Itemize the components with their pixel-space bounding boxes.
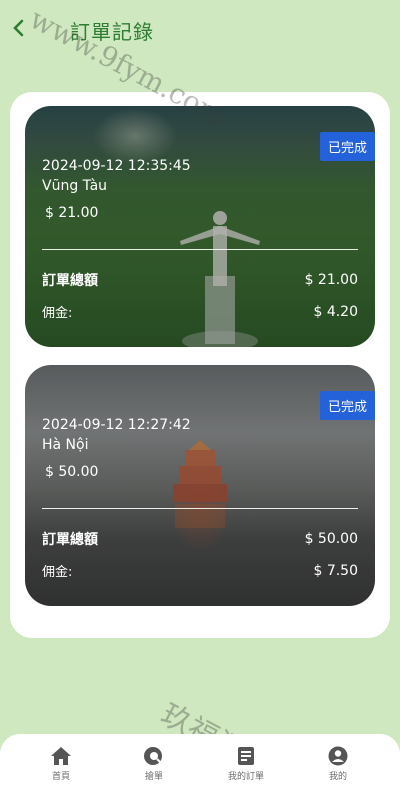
nav-my-orders[interactable]: 我的訂單 (216, 746, 276, 792)
nav-profile-label: 我的 (328, 772, 347, 782)
page-title: 訂單記錄 (70, 20, 154, 44)
order-datetime: 2024-09-12 12:35:45 (42, 158, 191, 174)
commission-value: $ 4.20 (313, 304, 358, 320)
order-total-value: $ 50.00 (304, 531, 358, 547)
card-divider (42, 508, 358, 509)
status-badge: 已完成 (319, 391, 375, 420)
order-total-label: 訂單總額 (42, 273, 98, 289)
back-button[interactable] (12, 18, 32, 42)
search-grab-icon (144, 747, 162, 765)
home-icon (51, 747, 71, 765)
card-divider (42, 249, 358, 250)
nav-profile[interactable]: 我的 (308, 746, 368, 792)
orders-panel: 已完成 2024-09-12 12:35:45 Vũng Tàu $ 21.00… (10, 92, 390, 638)
commission-value: $ 7.50 (313, 563, 358, 579)
chevron-left-icon (13, 19, 24, 37)
status-badge: 已完成 (319, 132, 375, 161)
order-total-value: $ 21.00 (304, 272, 358, 288)
nav-grab-label: 搶單 (144, 772, 163, 782)
nav-grab-order[interactable]: 搶單 (124, 746, 184, 792)
bottom-nav: 首頁 搶單 我的訂單 我的 (0, 734, 400, 800)
order-location: Vũng Tàu (42, 178, 108, 194)
nav-home-label: 首頁 (51, 772, 70, 782)
user-icon (328, 746, 348, 766)
commission-label: 佣金: (42, 306, 73, 321)
app-header: 訂單記錄 (0, 0, 400, 62)
order-card[interactable]: 已完成 2024-09-12 12:35:45 Vũng Tàu $ 21.00… (25, 106, 375, 347)
order-price: $ 50.00 (45, 464, 99, 480)
orders-icon (238, 747, 254, 765)
order-price: $ 21.00 (45, 205, 99, 221)
order-total-label: 訂單總額 (42, 532, 98, 548)
commission-label: 佣金: (42, 565, 73, 580)
order-card[interactable]: 已完成 2024-09-12 12:27:42 Hà Nội $ 50.00 訂… (25, 365, 375, 606)
order-location: Hà Nội (42, 437, 89, 453)
nav-home[interactable]: 首頁 (31, 746, 91, 792)
order-datetime: 2024-09-12 12:27:42 (42, 417, 191, 433)
nav-orders-label: 我的訂單 (227, 772, 264, 782)
